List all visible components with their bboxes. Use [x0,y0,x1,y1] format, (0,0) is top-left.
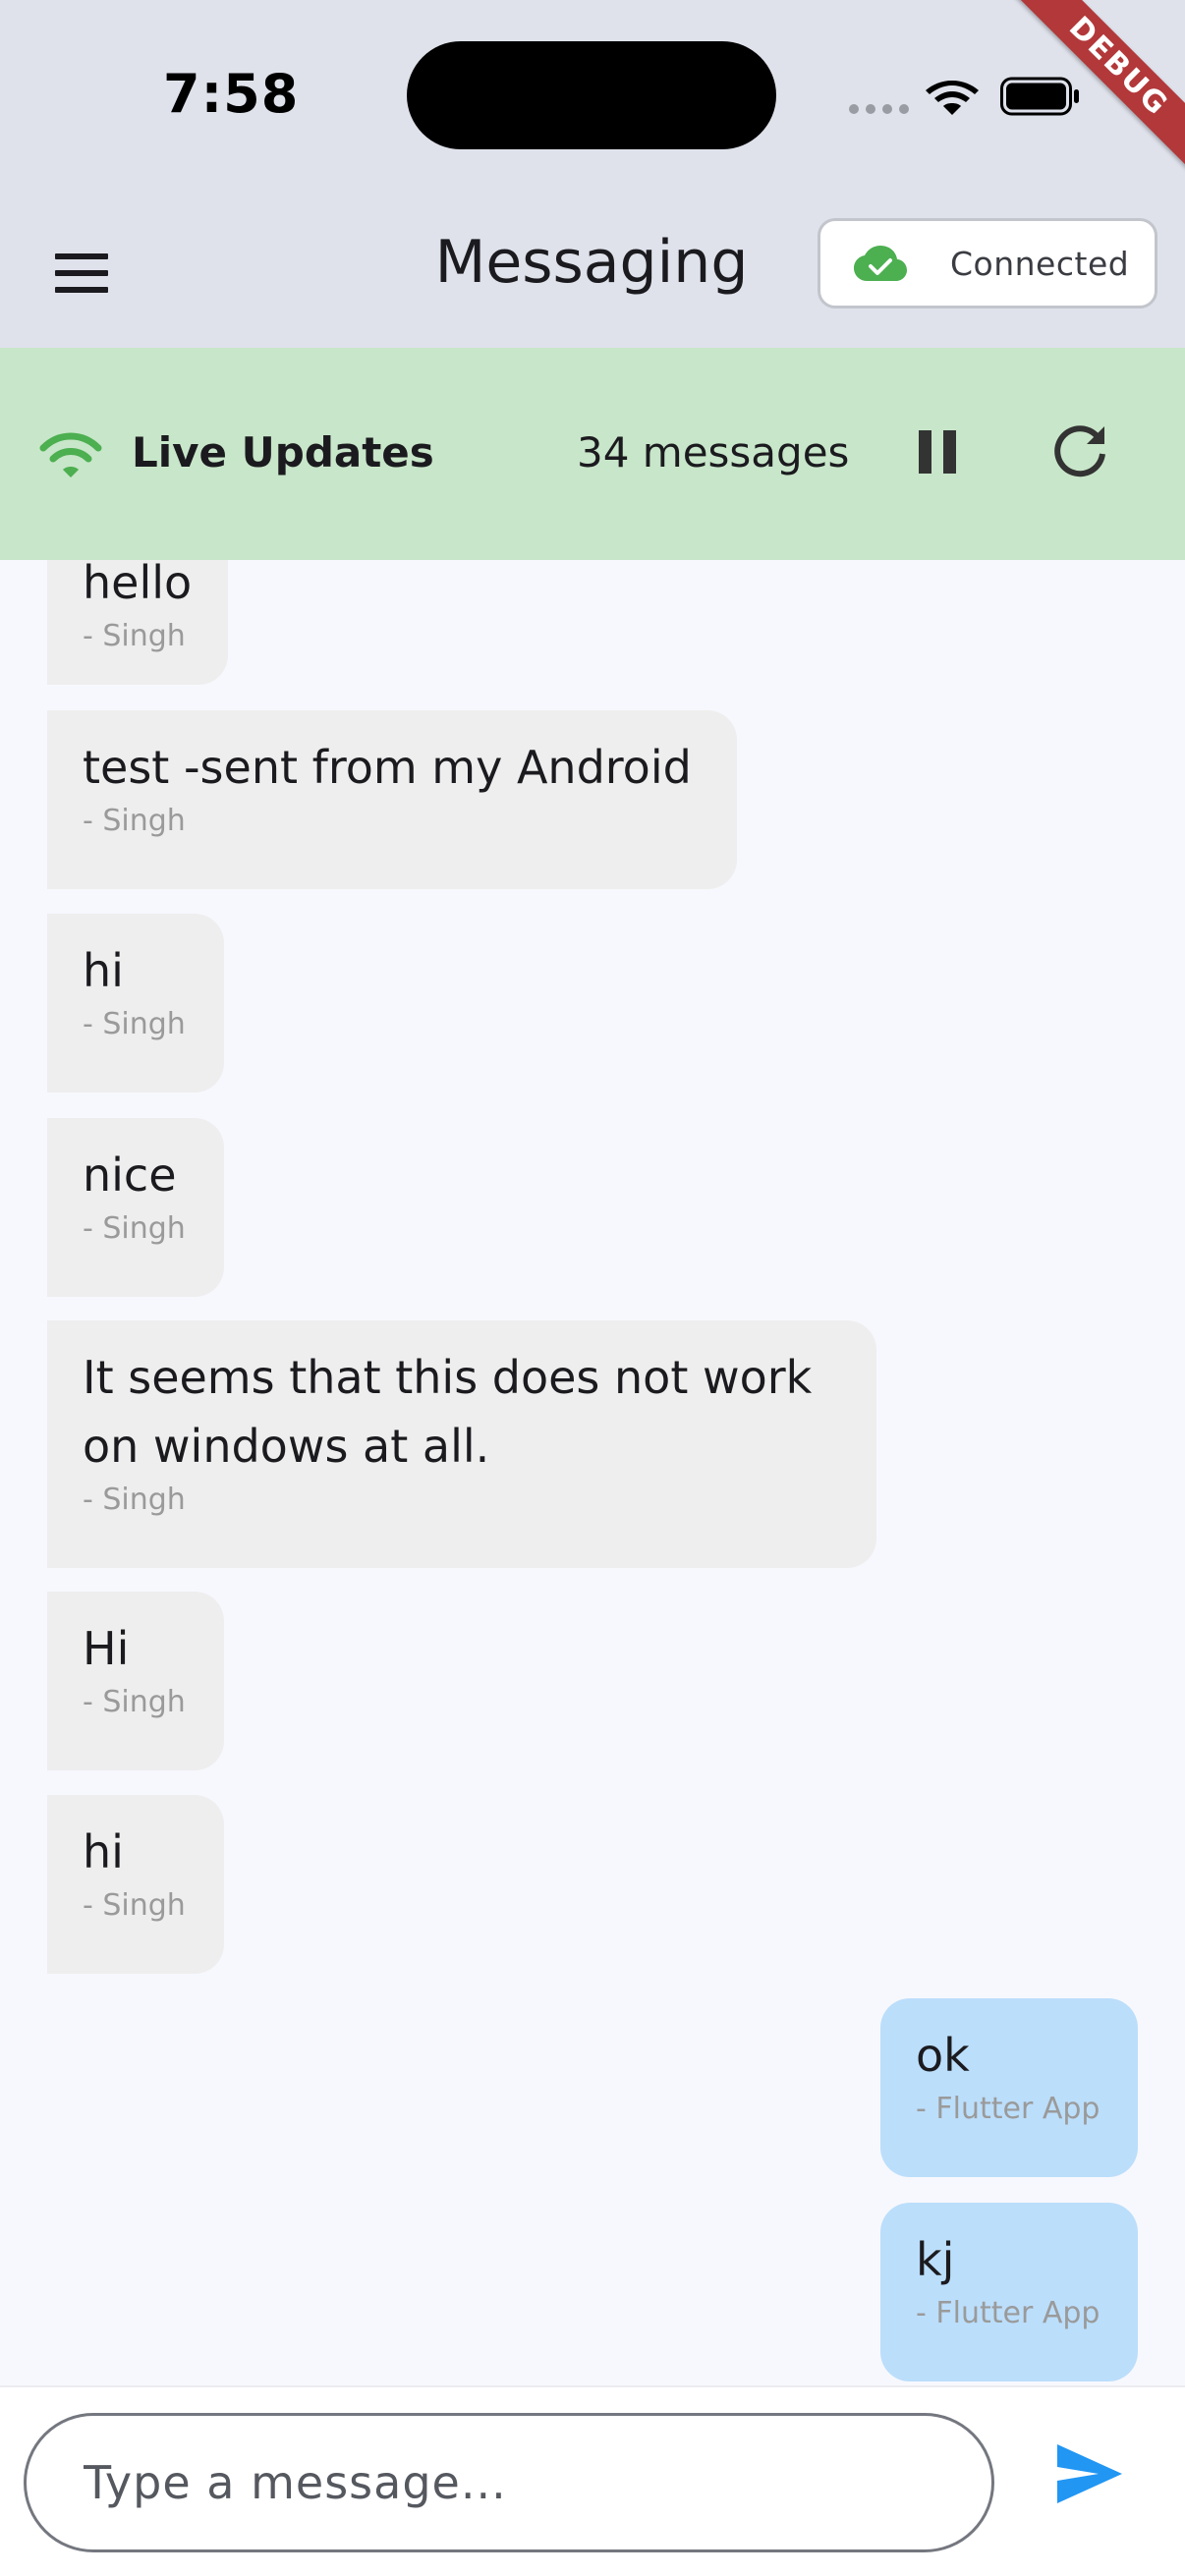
live-updates-label: Live Updates [132,428,434,476]
message-text: hi [83,1825,124,1878]
message-author: - Flutter App [916,2296,1100,2330]
message-author: - Flutter App [916,2092,1100,2126]
message-text: ok [916,2029,970,2082]
dynamic-island [407,41,776,149]
connection-status-label: Connected [950,245,1130,283]
message-input[interactable] [24,2413,994,2552]
message-author: - Singh [83,804,186,838]
message-list[interactable]: hello - Singh test -sent from my Android… [0,560,1185,2385]
status-bar: 7:58 [0,0,1185,198]
refresh-icon [1054,425,1105,477]
message-author: - Singh [83,1483,186,1517]
status-time: 7:58 [163,63,300,125]
live-updates-bar: Live Updates 34 messages [0,348,1185,560]
message-text: hello [83,560,193,609]
page-title: Messaging [434,228,749,297]
battery-icon [1000,77,1079,116]
message-bubble[interactable]: Hi - Singh [47,1592,224,1770]
send-icon [1057,2444,1122,2503]
message-bubble[interactable]: hello - Singh [47,560,228,685]
send-button[interactable] [1049,2435,1128,2513]
message-author: - Singh [83,1007,186,1041]
message-bubble[interactable]: hi - Singh [47,914,224,1092]
message-text: Hi [83,1622,130,1675]
pause-button[interactable] [902,417,973,487]
message-text: nice [83,1148,177,1202]
message-count: 34 messages [577,428,850,476]
cellular-signal-icon [849,104,909,114]
message-author: - Singh [83,1211,186,1246]
pause-icon [919,430,956,474]
message-text: It seems that this does not work on wind… [83,1351,813,1473]
menu-icon[interactable] [45,244,116,303]
app-bar: Messaging Connected [0,198,1185,348]
message-author: - Singh [83,1888,186,1923]
message-author: - Singh [83,619,186,653]
message-text: kj [916,2233,955,2286]
cloud-done-icon [854,246,907,281]
message-text: test -sent from my Android [83,741,692,794]
message-bubble-sent[interactable]: ok - Flutter App [880,1998,1138,2177]
wifi-status-icon [926,81,979,115]
message-bubble[interactable]: hi - Singh [47,1795,224,1974]
message-bubble-sent[interactable]: kj - Flutter App [880,2203,1138,2381]
message-author: - Singh [83,1685,186,1719]
message-bubble[interactable]: nice - Singh [47,1118,224,1297]
connection-status-chip[interactable]: Connected [818,218,1157,308]
message-bubble[interactable]: It seems that this does not work on wind… [47,1320,876,1568]
message-composer [0,2385,1185,2576]
wifi-icon [39,432,102,477]
message-bubble[interactable]: test -sent from my Android - Singh [47,710,737,889]
message-text: hi [83,944,124,997]
refresh-button[interactable] [1044,415,1118,489]
